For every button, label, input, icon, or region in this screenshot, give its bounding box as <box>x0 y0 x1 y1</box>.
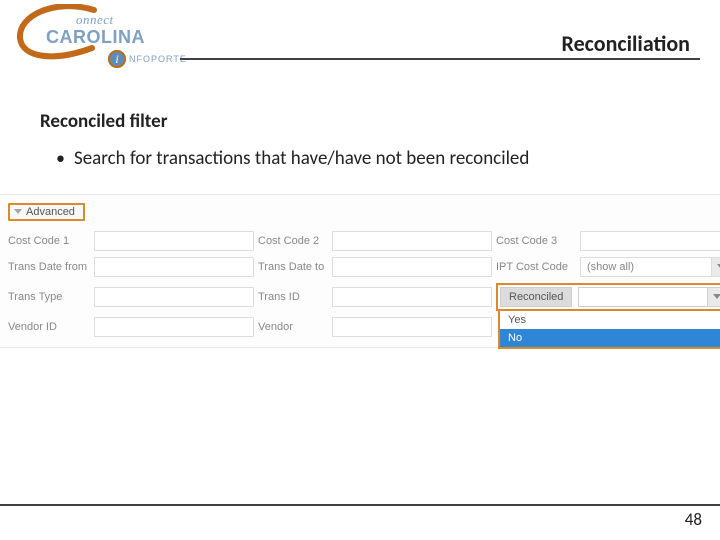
label-cost-code-2: Cost Code 2 <box>258 235 328 247</box>
label-vendor-id: Vendor ID <box>8 321 90 333</box>
logo-connect-text: onnect <box>76 12 114 28</box>
input-trans-id[interactable] <box>332 287 492 307</box>
dropdown-option-yes[interactable]: Yes <box>500 311 720 329</box>
label-cost-code-1: Cost Code 1 <box>8 235 90 247</box>
input-trans-date-from[interactable] <box>94 257 254 277</box>
label-trans-date-from: Trans Date from <box>8 261 90 273</box>
logo-infoporte: i NFOPORTE <box>108 50 187 68</box>
label-reconciled: Reconciled <box>500 287 572 307</box>
logo: onnect CAROLINA i NFOPORTE <box>18 6 188 76</box>
chevron-down-icon <box>14 209 22 214</box>
bullet-text: Search for transactions that have/have n… <box>56 147 680 170</box>
input-cost-code-2[interactable] <box>332 231 492 251</box>
footer-rule <box>0 504 720 506</box>
input-trans-type[interactable] <box>94 287 254 307</box>
logo-carolina-text: CAROLINA <box>46 27 145 48</box>
reconciled-highlight: Reconciled <box>496 283 720 311</box>
select-ipt-cost-code[interactable]: (show all) <box>580 257 720 277</box>
input-vendor[interactable] <box>332 317 492 337</box>
advanced-toggle[interactable]: Advanced <box>8 203 85 221</box>
section-subhead: Reconciled filter <box>40 110 680 133</box>
page-number: 48 <box>685 509 702 530</box>
input-trans-date-to[interactable] <box>332 257 492 277</box>
select-ipt-value: (show all) <box>587 261 634 273</box>
logo-infoporte-text: NFOPORTE <box>129 54 187 64</box>
dropdown-option-no[interactable]: No <box>500 329 720 347</box>
info-i-icon: i <box>108 50 126 68</box>
label-trans-type: Trans Type <box>8 291 90 303</box>
input-cost-code-3[interactable] <box>580 231 720 251</box>
chevron-down-icon <box>707 288 720 306</box>
screenshot-panel: Advanced Cost Code 1 Cost Code 2 Cost Co… <box>0 194 720 348</box>
input-cost-code-1[interactable] <box>94 231 254 251</box>
page-title: Reconciliation <box>562 30 690 57</box>
label-trans-id: Trans ID <box>258 291 328 303</box>
label-cost-code-3: Cost Code 3 <box>496 235 576 247</box>
chevron-down-icon <box>711 258 720 276</box>
select-reconciled[interactable] <box>578 287 720 307</box>
label-vendor: Vendor <box>258 321 328 333</box>
filter-form: Cost Code 1 Cost Code 2 Cost Code 3 Tran… <box>0 225 720 347</box>
label-ipt-cost-code: IPT Cost Code <box>496 261 576 273</box>
reconciled-dropdown: Yes No <box>498 309 720 349</box>
header-rule <box>180 58 700 60</box>
input-vendor-id[interactable] <box>94 317 254 337</box>
advanced-label: Advanced <box>26 206 75 218</box>
label-trans-date-to: Trans Date to <box>258 261 328 273</box>
